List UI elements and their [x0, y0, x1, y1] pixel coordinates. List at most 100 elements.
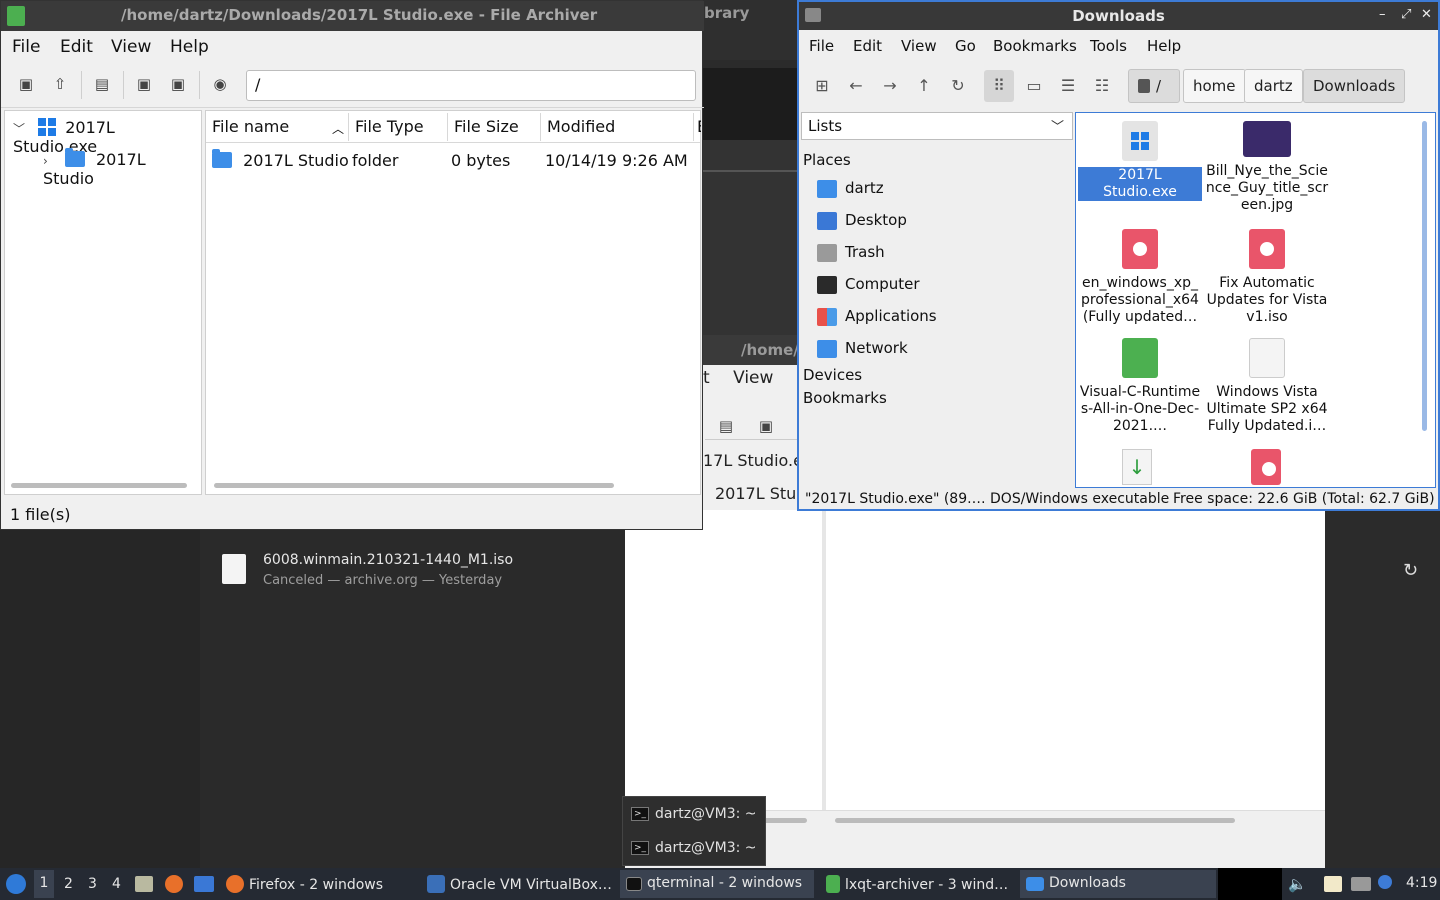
- menu-edit[interactable]: Edit: [60, 37, 93, 57]
- stop-icon[interactable]: ◉: [211, 75, 229, 93]
- drive-icon: [1138, 79, 1150, 93]
- breadcrumb-dartz[interactable]: dartz: [1244, 69, 1303, 103]
- menu-view[interactable]: View: [733, 368, 773, 388]
- update-notifier-icon[interactable]: [1378, 875, 1392, 889]
- file-item[interactable]: Windows Vista Ultimate SP2 x64 Fully Upd…: [1205, 338, 1329, 435]
- trash-icon: [817, 243, 837, 262]
- column-file-size[interactable]: File Size: [454, 117, 519, 136]
- tray-area: [1218, 868, 1282, 900]
- menu-go[interactable]: Go: [955, 37, 976, 55]
- terminal-window-item[interactable]: >_ dartz@VM3: ~: [631, 840, 757, 856]
- desktop-2[interactable]: 2: [64, 876, 73, 892]
- tree-row-folder[interactable]: › 2017L Studio: [43, 148, 201, 188]
- archive-properties-icon[interactable]: ▤: [93, 75, 111, 93]
- disc-image-icon[interactable]: [1251, 449, 1281, 485]
- folder-icon: [1026, 877, 1044, 891]
- up-arrow-icon[interactable]: ↑: [914, 76, 934, 96]
- archiver-icon: [826, 875, 840, 893]
- show-desktop-icon[interactable]: [194, 876, 214, 892]
- file-manager-launcher-icon[interactable]: [135, 876, 153, 892]
- home-folder-icon: [817, 179, 837, 198]
- file-item[interactable]: en_windows_xp_professional_x64 (Fully up…: [1078, 229, 1202, 326]
- tree-row[interactable]: 2017L Stud: [715, 484, 806, 503]
- file-item[interactable]: Visual-C-Runtimes-All-in-One-Dec-2021.…: [1078, 338, 1202, 435]
- place-applications[interactable]: Applications: [817, 307, 937, 326]
- side-pane-mode-select[interactable]: Lists ﹀: [801, 112, 1073, 140]
- reload-icon[interactable]: ↻: [948, 76, 968, 96]
- start-menu-icon[interactable]: [6, 874, 26, 894]
- devices-header[interactable]: Devices: [803, 366, 862, 384]
- chevron-down-icon[interactable]: ﹀: [13, 122, 25, 136]
- breadcrumb-root[interactable]: /: [1128, 69, 1180, 103]
- task-lxqt-archiver[interactable]: lxqt-archiver - 3 wind…: [826, 875, 1008, 893]
- terminal-window-item[interactable]: >_ dartz@VM3: ~: [631, 806, 757, 822]
- column-file-type[interactable]: File Type: [355, 117, 424, 136]
- bookmarks-header[interactable]: Bookmarks: [803, 389, 887, 407]
- add-folder-icon[interactable]: ▣: [169, 75, 187, 93]
- retry-icon[interactable]: ↻: [1403, 560, 1418, 581]
- firefox-launcher-icon[interactable]: [165, 875, 183, 893]
- horizontal-scrollbar[interactable]: [214, 483, 614, 488]
- new-tab-icon[interactable]: ⊞: [812, 76, 832, 96]
- task-virtualbox[interactable]: Oracle VM VirtualBox…: [427, 875, 612, 893]
- add-file-icon[interactable]: ▣: [757, 417, 775, 435]
- task-downloads[interactable]: Downloads: [1020, 870, 1216, 898]
- volume-icon[interactable]: 🔈: [1288, 875, 1307, 893]
- menu-tools[interactable]: Tools: [1090, 37, 1127, 55]
- back-arrow-icon[interactable]: ←: [846, 76, 866, 96]
- column-file-name[interactable]: File name: [212, 117, 289, 136]
- file-item[interactable]: 2017L Studio.exe: [1078, 121, 1202, 201]
- place-home[interactable]: dartz: [817, 179, 884, 198]
- thumbnail-view-icon[interactable]: ▭: [1024, 76, 1044, 96]
- horizontal-scrollbar[interactable]: [11, 483, 187, 488]
- menu-view[interactable]: View: [111, 37, 151, 57]
- detailed-list-icon[interactable]: ☷: [1092, 76, 1112, 96]
- place-computer[interactable]: Computer: [817, 275, 920, 294]
- menu-edit[interactable]: Edit: [853, 37, 882, 55]
- breadcrumb-downloads[interactable]: Downloads: [1303, 69, 1406, 103]
- menu-file[interactable]: File: [12, 37, 40, 57]
- place-desktop[interactable]: Desktop: [817, 211, 907, 230]
- column-modified[interactable]: Modified: [547, 117, 615, 136]
- path-input[interactable]: /: [246, 70, 696, 101]
- clipboard-icon[interactable]: [1324, 876, 1342, 892]
- chevron-right-icon[interactable]: ›: [43, 154, 48, 168]
- task-firefox[interactable]: Firefox - 2 windows: [226, 875, 383, 893]
- compact-view-icon[interactable]: ☰: [1058, 76, 1078, 96]
- second-archiver-title: /home/: [703, 335, 799, 365]
- file-item[interactable]: Bill_Nye_the_Science_Guy_title_screen.jp…: [1205, 121, 1329, 214]
- menu-help[interactable]: Help: [1147, 37, 1181, 55]
- clock[interactable]: 4:19: [1406, 875, 1437, 891]
- new-archive-icon[interactable]: ▣: [17, 75, 35, 93]
- menu-help[interactable]: Help: [170, 37, 209, 57]
- breadcrumb-home[interactable]: home: [1183, 69, 1246, 103]
- extract-icon[interactable]: ⇧: [51, 75, 69, 93]
- archive-icon[interactable]: ▤: [717, 417, 735, 435]
- menu-bookmarks[interactable]: Bookmarks: [993, 37, 1077, 55]
- menu-file[interactable]: File: [809, 37, 834, 55]
- desktop-1[interactable]: 1: [34, 870, 54, 898]
- add-file-icon[interactable]: ▣: [135, 75, 153, 93]
- maximize-icon[interactable]: ⤢: [1401, 7, 1411, 22]
- minimize-icon[interactable]: –: [1379, 7, 1386, 22]
- menu-edit-fragment[interactable]: t: [703, 368, 710, 388]
- toolbar-separator: [81, 71, 82, 99]
- task-qterminal[interactable]: qterminal - 2 windows: [620, 870, 814, 898]
- file-item[interactable]: Fix Automatic Updates for Vista v1.iso: [1205, 229, 1329, 326]
- icon-view-icon[interactable]: ⠿: [984, 70, 1014, 102]
- download-arrow-icon[interactable]: ↓: [1122, 449, 1152, 485]
- desktop-4[interactable]: 4: [112, 876, 121, 892]
- close-icon[interactable]: ✕: [1421, 7, 1432, 22]
- tree-row[interactable]: 17L Studio.e: [703, 451, 803, 470]
- horizontal-scrollbar[interactable]: [835, 818, 1235, 823]
- vertical-scrollbar[interactable]: [1422, 121, 1427, 431]
- desktop-3[interactable]: 3: [88, 876, 97, 892]
- forward-arrow-icon[interactable]: →: [880, 76, 900, 96]
- place-network[interactable]: Network: [817, 339, 908, 358]
- task-label: qterminal - 2 windows: [647, 875, 803, 891]
- download-item-name[interactable]: 6008.winmain.210321-1440_M1.iso: [263, 552, 513, 568]
- place-trash[interactable]: Trash: [817, 243, 885, 262]
- menu-view[interactable]: View: [901, 37, 937, 55]
- column-extra[interactable]: E: [697, 117, 701, 136]
- keyboard-icon[interactable]: [1351, 877, 1371, 891]
